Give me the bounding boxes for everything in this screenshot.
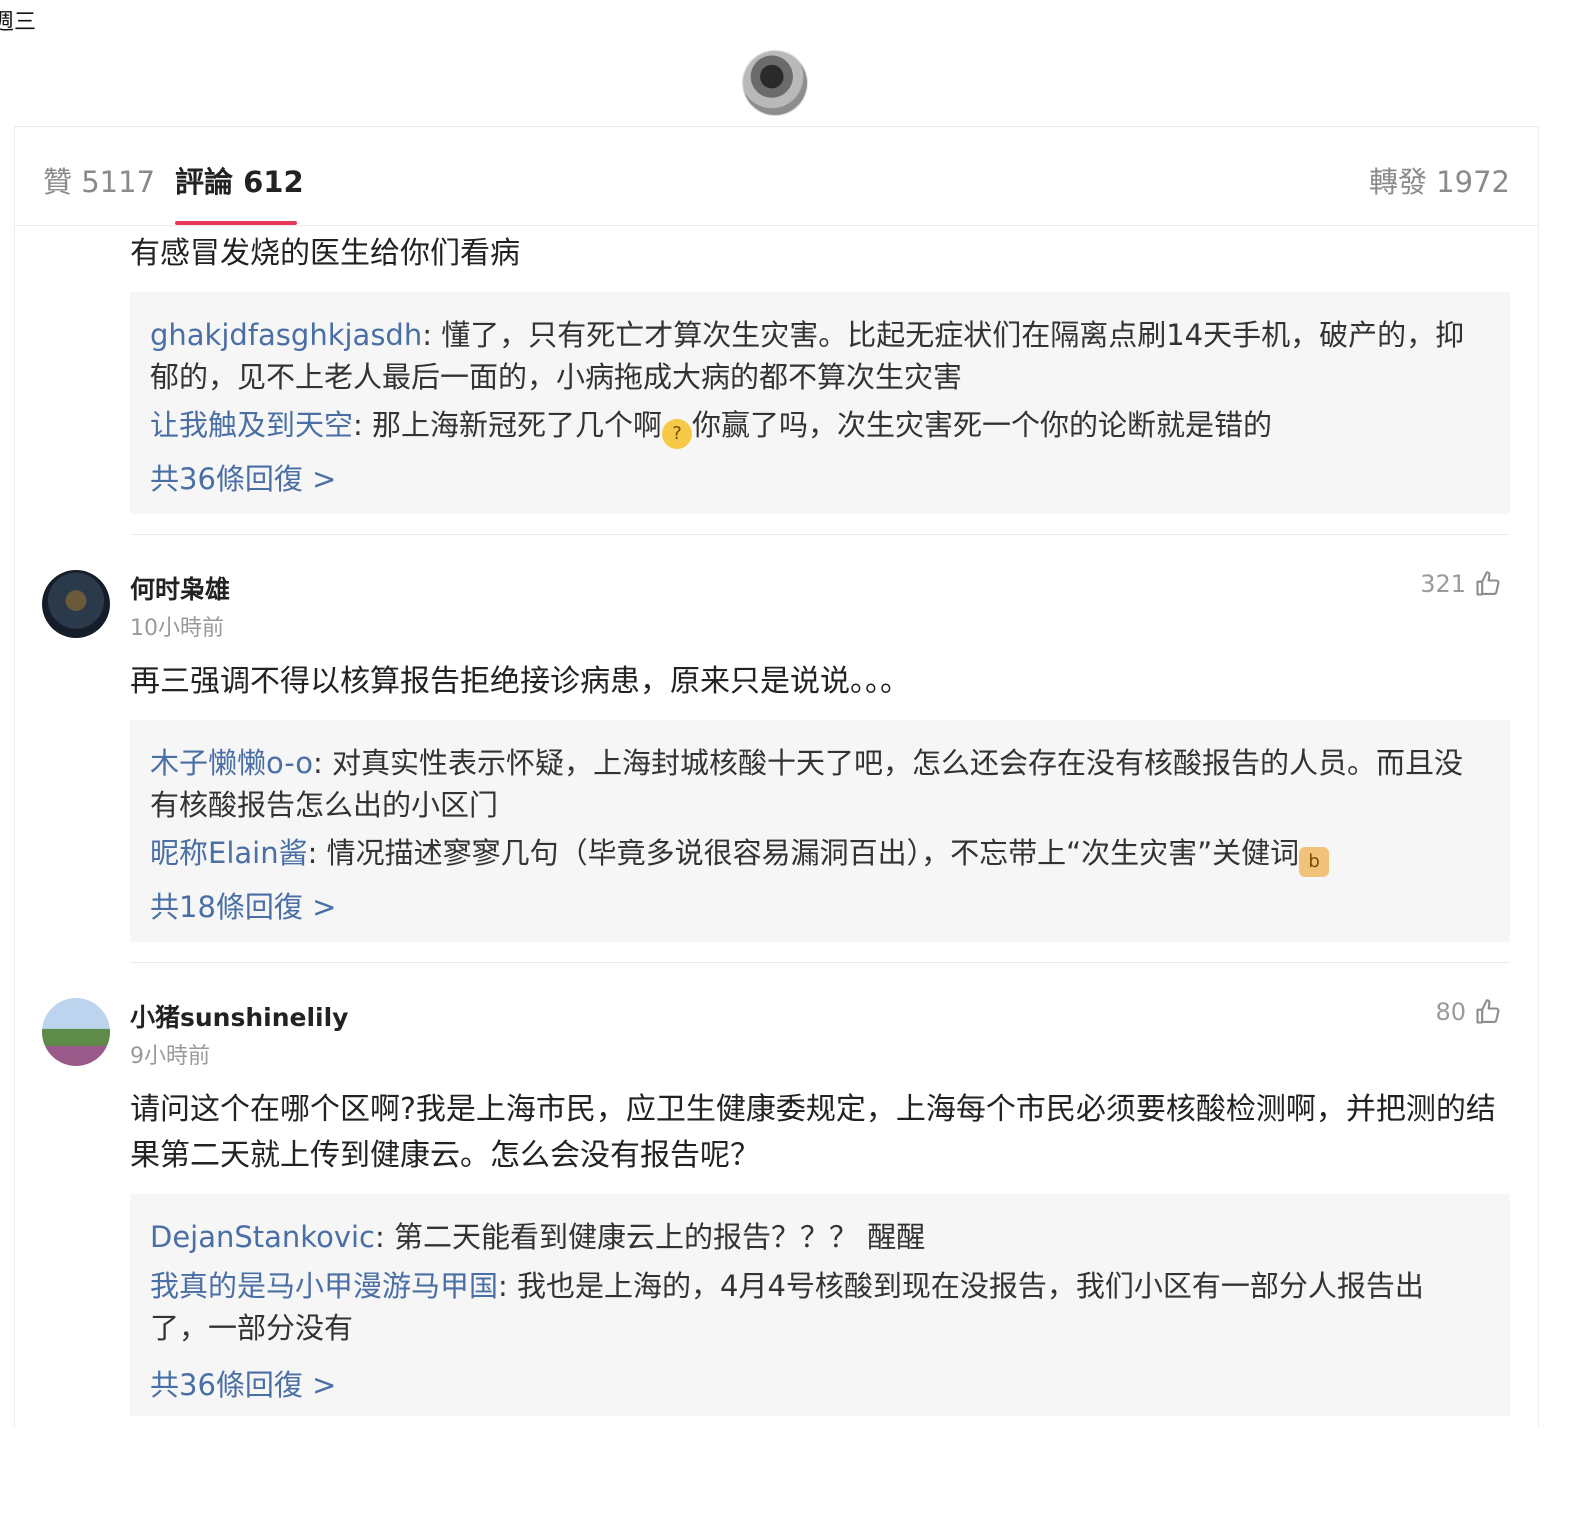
author-avatar[interactable] — [743, 51, 807, 115]
comment-time: 10小時前 — [130, 616, 224, 641]
reply-box[interactable]: 木子懒懒o-o: 对真实性表示怀疑，上海封城核酸十天了吧，怎么还会存在没有核酸报… — [130, 720, 1510, 942]
comments-panel: 贊 5117 評論 612 轉發 1972 有感冒发烧的医生给你们看病 ghak… — [14, 126, 1539, 1427]
divider — [130, 534, 1510, 535]
tab-comments[interactable]: 評論 612 — [175, 159, 304, 201]
reply-text: : 对真实性表示怀疑，上海封城核酸十天了吧，怎么还会存在没有核酸报告的人员。而且… — [150, 746, 1464, 822]
thinking-face-emoji: ? — [662, 419, 693, 449]
reply-box[interactable]: ghakjdfasghkjasdh: 懂了，只有死亡才算次生灾害。比起无症状们在… — [130, 292, 1510, 514]
reply-username[interactable]: 我真的是马小甲漫游马甲国 — [150, 1269, 498, 1303]
reply-item[interactable]: ghakjdfasghkjasdh: 懂了，只有死亡才算次生灾害。比起无症状们在… — [150, 314, 1480, 398]
tab-reposts[interactable]: 轉發 1972 — [1369, 159, 1510, 201]
active-tab-indicator — [175, 221, 297, 225]
reply-box[interactable]: DejanStankovic: 第二天能看到健康云上的报告？？？ 醒醒 我真的是… — [130, 1194, 1510, 1416]
comment-text: 再三强调不得以核算报告拒绝接诊病患，原来只是说说。。。 — [130, 664, 910, 699]
reply-text: : 那上海新冠死了几个啊 — [353, 408, 663, 442]
avatar[interactable] — [42, 570, 110, 638]
reply-item[interactable]: 木子懒懒o-o: 对真实性表示怀疑，上海封城核酸十天了吧，怎么还会存在没有核酸报… — [150, 742, 1480, 826]
reply-username[interactable]: ghakjdfasghkjasdh — [150, 318, 422, 352]
reply-text: 你赢了吗，次生灾害死一个你的论断就是错的 — [692, 408, 1273, 442]
reply-item[interactable]: 让我触及到天空: 那上海新冠死了几个啊? 你赢了吗，次生灾害死一个你的论断就是错的 — [150, 404, 1480, 449]
comment-username[interactable]: 小猪sunshinelily — [130, 998, 348, 1034]
more-replies-link[interactable]: 共36條回復 > — [150, 456, 336, 498]
like-count: 321 — [1420, 570, 1466, 598]
avatar[interactable] — [42, 998, 110, 1066]
comment-username[interactable]: 何时枭雄 — [130, 570, 230, 606]
more-replies-link[interactable]: 共18條回復 > — [150, 884, 336, 926]
like-count: 80 — [1435, 998, 1466, 1026]
thumbs-up-icon — [1476, 999, 1500, 1024]
comment-text: 请问这个在哪个区啊?我是上海市民，应卫生健康委规定，上海每个市民必须要核酸检测啊… — [130, 1092, 1496, 1173]
reply-text: : 第二天能看到健康云上的报告？？？ 醒醒 — [374, 1220, 926, 1254]
reply-username[interactable]: DejanStankovic — [150, 1220, 375, 1254]
like-button[interactable]: 80 — [1435, 998, 1502, 1026]
divider — [130, 962, 1510, 963]
reply-item[interactable]: 我真的是马小甲漫游马甲国: 我也是上海的，4月4号核酸到现在没报告，我们小区有一… — [150, 1265, 1480, 1349]
reply-item[interactable]: DejanStankovic: 第二天能看到健康云上的报告？？？ 醒醒 — [150, 1216, 1480, 1258]
tab-likes[interactable]: 贊 5117 — [43, 159, 155, 201]
page-bottom — [0, 1427, 1581, 1536]
thumbs-up-emoji: b — [1299, 847, 1330, 877]
more-replies-link[interactable]: 共36條回復 > — [150, 1362, 336, 1404]
status-weekday: 週三 — [0, 10, 37, 35]
reply-username[interactable]: 让我触及到天空 — [150, 408, 353, 442]
tab-bar: 贊 5117 評論 612 轉發 1972 — [15, 127, 1538, 226]
reply-username[interactable]: 昵称Elain酱 — [150, 836, 308, 870]
reply-item[interactable]: 昵称Elain酱: 情况描述寥寥几句（毕竟多说很容易漏洞百出），不忘带上“次生灾… — [150, 832, 1480, 877]
like-button[interactable]: 321 — [1420, 570, 1502, 598]
reply-username[interactable]: 木子懒懒o-o — [150, 746, 313, 780]
reply-text: : 情况描述寥寥几句（毕竟多说很容易漏洞百出），不忘带上“次生灾害”关健词 — [307, 836, 1300, 870]
thumbs-up-icon — [1476, 571, 1500, 596]
comment-text: 有感冒发烧的医生给你们看病 — [130, 236, 520, 271]
comment-time: 9小時前 — [130, 1044, 210, 1069]
